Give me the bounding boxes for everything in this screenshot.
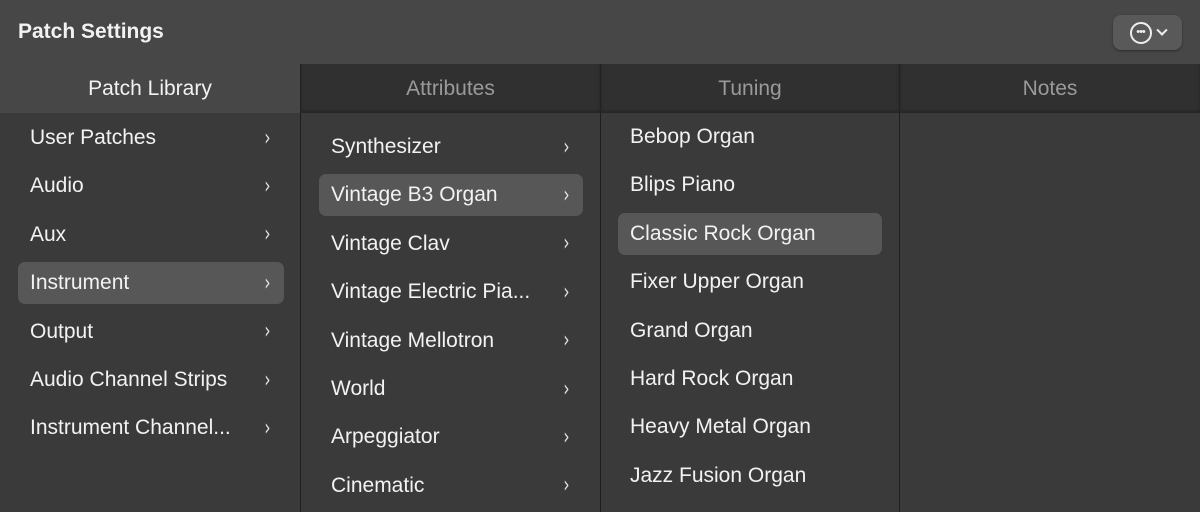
- item-label: Jazz Fusion Organ: [630, 463, 807, 487]
- tuning-item[interactable]: Grand Organ: [618, 310, 882, 352]
- item-label: Synthesizer: [331, 135, 441, 158]
- tuning-item[interactable]: Jazz Fusion Organ: [618, 455, 882, 497]
- patch-library-item[interactable]: Audio ›: [18, 165, 284, 207]
- item-label: Vintage B3 Organ: [331, 183, 498, 207]
- chevron-right-icon: ›: [563, 231, 570, 257]
- item-label: Bebop Organ: [630, 125, 755, 148]
- tuning-item[interactable]: Blips Piano: [618, 164, 882, 206]
- patch-library-item[interactable]: Instrument Channel... ›: [18, 407, 284, 449]
- item-label: Arpeggiator: [331, 425, 440, 449]
- item-label: Instrument: [30, 271, 130, 295]
- item-label: Aux: [30, 222, 67, 246]
- item-label: Vintage Mellotron: [331, 328, 495, 352]
- item-label: Audio Channel Strips: [30, 368, 228, 391]
- item-label: Heavy Metal Organ: [630, 415, 811, 439]
- tab-notes[interactable]: Notes: [899, 64, 1200, 113]
- notes-column: [899, 113, 1200, 512]
- item-label: Output: [30, 319, 94, 343]
- chevron-right-icon: ›: [264, 222, 271, 248]
- chevron-down-icon: [1155, 24, 1168, 36]
- attributes-item[interactable]: Arpeggiator ›: [319, 416, 583, 458]
- chevron-right-icon: ›: [563, 376, 570, 402]
- item-label: Instrument Channel...: [30, 416, 231, 440]
- attributes-item[interactable]: Vintage Electric Pia... ›: [319, 271, 583, 313]
- chevron-right-icon: ›: [264, 270, 271, 296]
- window-title: Patch Settings: [18, 20, 164, 43]
- chevron-right-icon: ›: [563, 473, 570, 499]
- patch-library-item[interactable]: Audio Channel Strips ›: [18, 359, 284, 401]
- item-label: Vintage Clav: [331, 231, 450, 255]
- attributes-item[interactable]: Vintage B3 Organ ›: [319, 174, 583, 217]
- chevron-right-icon: ›: [264, 415, 271, 441]
- chevron-right-icon: ›: [264, 125, 271, 151]
- chevron-right-icon: ›: [264, 173, 271, 199]
- chevron-right-icon: ›: [264, 319, 271, 345]
- tab-tuning[interactable]: Tuning: [600, 64, 899, 113]
- patch-library-item[interactable]: Aux ›: [18, 214, 284, 256]
- tuning-item[interactable]: Heavy Metal Organ: [618, 406, 882, 448]
- tab-attributes[interactable]: Attributes: [300, 64, 600, 113]
- item-label: Audio: [30, 174, 84, 198]
- item-label: Blips Piano: [630, 173, 736, 197]
- tuning-item[interactable]: Hard Rock Organ: [618, 358, 882, 400]
- tab-bar: Patch Library Attributes Tuning Notes: [0, 64, 1200, 113]
- tuning-item[interactable]: Bebop Organ: [618, 116, 882, 158]
- item-label: Fixer Upper Organ: [630, 270, 804, 294]
- chevron-right-icon: ›: [264, 367, 271, 393]
- chevron-right-icon: ›: [563, 328, 570, 354]
- tuning-item[interactable]: Classic Rock Organ: [618, 212, 882, 255]
- attributes-item[interactable]: Cinematic ›: [319, 465, 583, 507]
- attributes-item[interactable]: World ›: [319, 368, 583, 410]
- chevron-right-icon: ›: [563, 134, 570, 160]
- patch-library-item[interactable]: Output ›: [18, 311, 284, 353]
- tab-patch-library[interactable]: Patch Library: [0, 64, 300, 113]
- attributes-item[interactable]: Synthesizer ›: [319, 126, 583, 168]
- attributes-item[interactable]: Vintage Mellotron ›: [319, 320, 583, 362]
- item-label: World: [331, 377, 386, 400]
- item-label: Classic Rock Organ: [630, 221, 816, 245]
- ellipsis-circle-icon: •••: [1129, 21, 1152, 44]
- chevron-right-icon: ›: [563, 279, 570, 305]
- item-label: User Patches: [30, 126, 157, 149]
- title-bar: Patch Settings •••: [0, 0, 1200, 64]
- attributes-item[interactable]: Vintage Clav ›: [319, 223, 583, 265]
- item-label: Vintage Electric Pia...: [331, 280, 531, 304]
- item-label: Grand Organ: [630, 318, 753, 342]
- item-label: Hard Rock Organ: [630, 367, 794, 390]
- patch-library-item[interactable]: Instrument ›: [18, 262, 284, 305]
- chevron-right-icon: ›: [563, 182, 570, 208]
- patch-library-item[interactable]: User Patches ›: [18, 117, 284, 159]
- chevron-right-icon: ›: [563, 424, 570, 450]
- item-label: Cinematic: [331, 473, 425, 497]
- more-options-button[interactable]: •••: [1113, 15, 1182, 50]
- tuning-item[interactable]: Fixer Upper Organ: [618, 261, 882, 303]
